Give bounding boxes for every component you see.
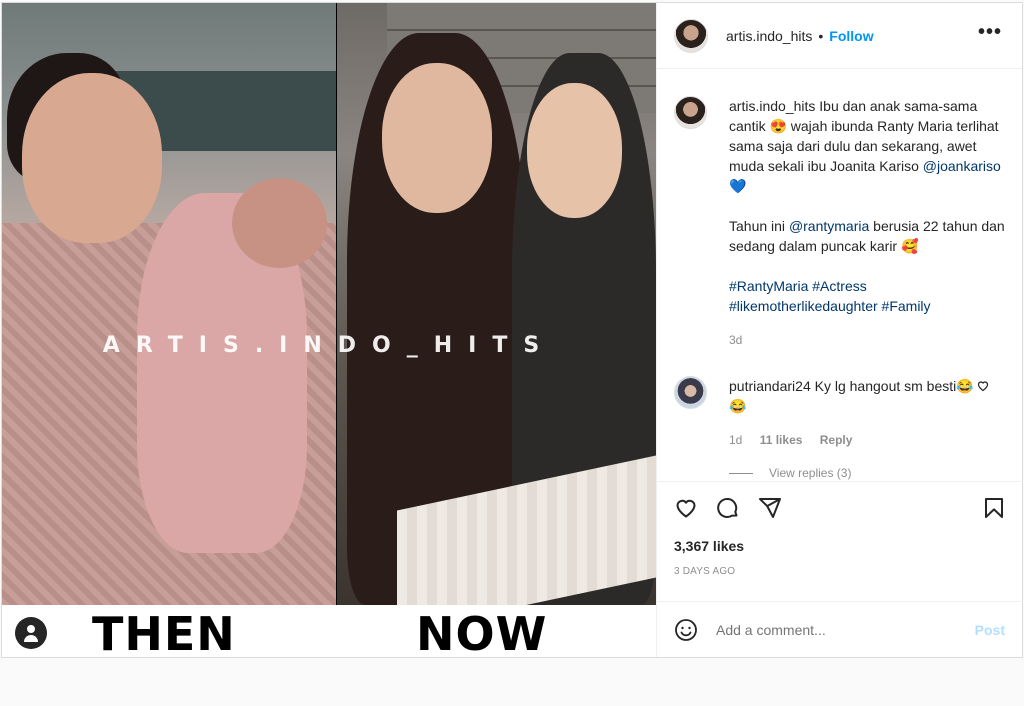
like-comment-heart-icon[interactable]: [977, 380, 989, 392]
avatar[interactable]: [674, 376, 707, 409]
view-replies-label: View replies (3): [769, 466, 852, 480]
mention-link[interactable]: @joankariso: [923, 158, 1001, 174]
like-heart-icon[interactable]: [674, 496, 698, 520]
hashtag-link[interactable]: #RantyMaria: [729, 278, 808, 294]
instagram-post: ARTIS.INDO_HITS THEN NOW artis.indo_hits…: [1, 2, 1023, 658]
post-header: artis.indo_hits • Follow •••: [657, 3, 1022, 69]
comments-list[interactable]: artis.indo_hits Ibu dan anak sama-sama c…: [657, 70, 1023, 480]
caption-username[interactable]: artis.indo_hits: [729, 98, 815, 114]
post-date[interactable]: 3 DAYS AGO: [674, 566, 1006, 577]
comment-username[interactable]: putriandari24: [729, 378, 811, 394]
follow-button[interactable]: Follow: [829, 28, 873, 44]
comment-meta: 1d 11 likes Reply: [729, 430, 979, 450]
comment-likes[interactable]: 11 likes: [760, 433, 803, 447]
action-bar: 3,367 likes 3 DAYS AGO: [657, 481, 1023, 601]
post-image[interactable]: ARTIS.INDO_HITS THEN NOW: [2, 3, 656, 657]
share-icon[interactable]: [758, 496, 782, 520]
mention-link[interactable]: @rantymaria: [789, 218, 869, 234]
emoji-icon[interactable]: [674, 618, 698, 642]
then-photo: [2, 3, 336, 605]
hashtag-link[interactable]: #Family: [882, 298, 931, 314]
post-sidebar: artis.indo_hits • Follow ••• artis.indo_…: [656, 3, 1023, 657]
then-label: THEN: [92, 607, 236, 657]
caption-timestamp[interactable]: 3d: [729, 330, 1006, 350]
hashtag-link[interactable]: #likemotherlikedaughter: [729, 298, 878, 314]
now-label: NOW: [416, 607, 548, 657]
avatar[interactable]: [674, 18, 708, 53]
save-bookmark-icon[interactable]: [982, 496, 1006, 520]
likes-count[interactable]: 3,367 likes: [674, 538, 1006, 554]
view-replies-button[interactable]: View replies (3): [729, 466, 1006, 480]
comment-time[interactable]: 1d: [729, 433, 742, 447]
add-comment-input[interactable]: [716, 621, 956, 638]
caption-text-end: 💙: [729, 178, 747, 194]
hashtag-link[interactable]: #Actress: [812, 278, 866, 294]
watermark-text: ARTIS.INDO_HITS: [102, 333, 556, 358]
avatar[interactable]: [674, 96, 707, 129]
header-username[interactable]: artis.indo_hits: [726, 28, 812, 44]
add-comment-bar: Post: [657, 601, 1023, 657]
reply-button[interactable]: Reply: [820, 433, 853, 447]
separator-dot: •: [818, 27, 824, 44]
user-tag-icon[interactable]: [15, 617, 47, 649]
post-comment-button[interactable]: Post: [975, 622, 1005, 638]
comment-item: putriandari24 Ky lg hangout sm besti😂😂 1…: [674, 376, 1006, 450]
more-options-icon[interactable]: •••: [978, 22, 1002, 42]
comment-icon[interactable]: [716, 496, 740, 520]
now-photo: [337, 3, 656, 633]
caption-item: artis.indo_hits Ibu dan anak sama-sama c…: [674, 96, 1006, 350]
caption-text: Tahun ini: [729, 218, 789, 234]
